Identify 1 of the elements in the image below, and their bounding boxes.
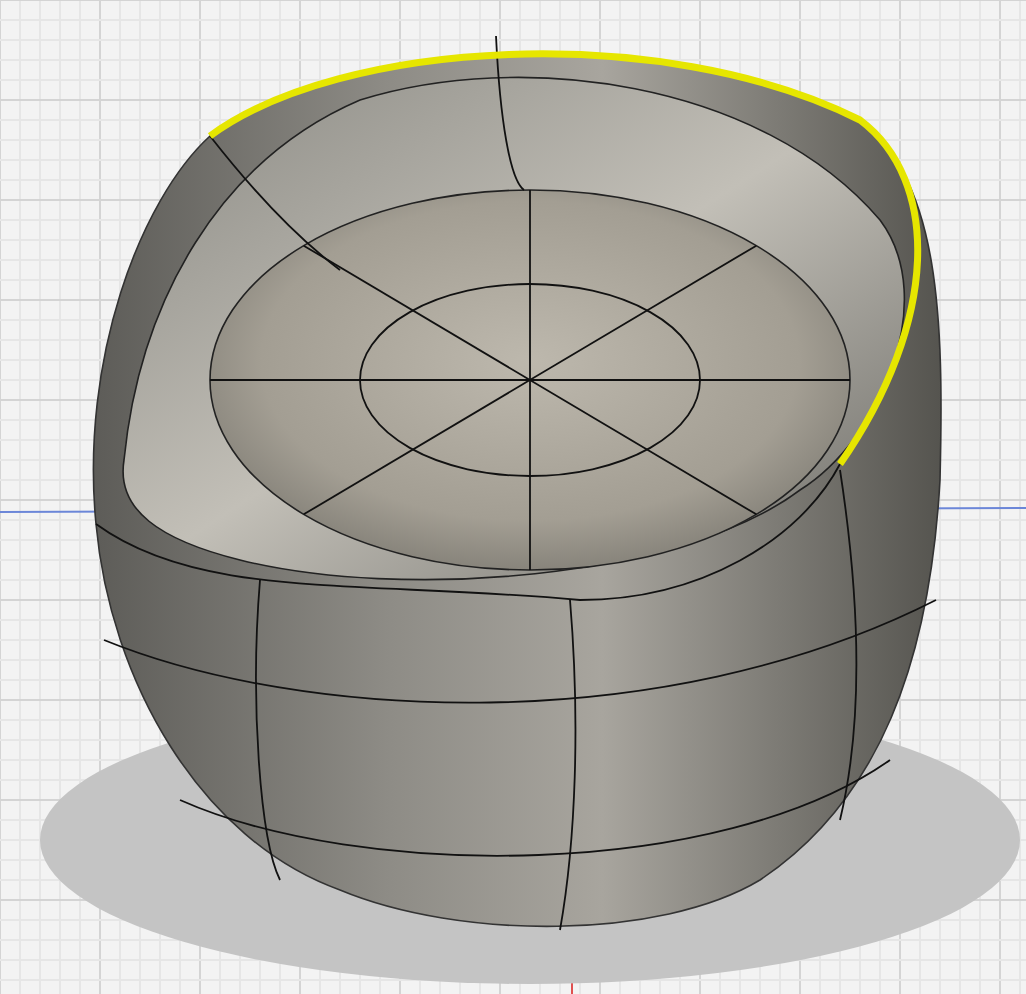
selected-edge[interactable]: [208, 50, 921, 466]
